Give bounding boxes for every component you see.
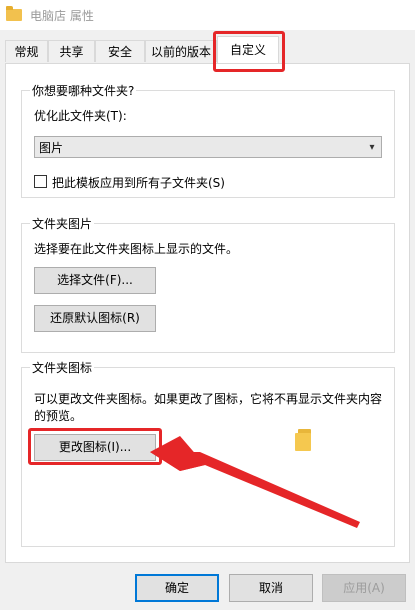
chevron-down-icon: ▾ [369,141,375,153]
ok-button[interactable]: 确定 [135,574,219,602]
group-folder-type: 你想要哪种文件夹? 优化此文件夹(T): 图片 ▾ 把此模板应用到所有子文件夹(… [21,82,395,198]
apply-button[interactable]: 应用(A) [322,574,406,602]
apply-to-subfolders-label: 把此模板应用到所有子文件夹(S) [52,176,225,190]
window-title: 电脑店 属性 [30,8,94,23]
folder-icon-description-line2: 的预览。 [34,409,83,423]
tab-sharing[interactable]: 共享 [48,40,95,62]
cancel-button[interactable]: 取消 [229,574,313,602]
group-folder-icon: 文件夹图标 可以更改文件夹图标。如果更改了图标，它将不再显示文件夹内容 的预览。… [21,359,395,547]
group-folder-picture-label: 文件夹图片 [30,215,95,232]
optimize-label: 优化此文件夹(T): [34,109,127,123]
folder-preview-icon [295,429,311,451]
group-folder-icon-label: 文件夹图标 [30,359,95,376]
apply-to-subfolders-checkbox[interactable] [34,175,47,188]
folder-picture-description: 选择要在此文件夹图标上显示的文件。 [34,242,239,256]
restore-default-button[interactable]: 还原默认图标(R) [34,305,156,332]
group-folder-picture: 文件夹图片 选择要在此文件夹图标上显示的文件。 选择文件(F)... 还原默认图… [21,215,395,353]
tab-panel-customize: 你想要哪种文件夹? 优化此文件夹(T): 图片 ▾ 把此模板应用到所有子文件夹(… [5,63,410,563]
folder-icon-description-line1: 可以更改文件夹图标。如果更改了图标，它将不再显示文件夹内容 [34,392,383,406]
title-bar: 电脑店 属性 [0,0,415,30]
change-icon-button[interactable]: 更改图标(I)... [34,434,156,461]
tab-previous-versions[interactable]: 以前的版本 [145,40,217,62]
folder-type-select[interactable]: 图片 ▾ [34,136,382,158]
tab-customize[interactable]: 自定义 [217,36,279,63]
folder-icon [6,6,22,21]
tab-general[interactable]: 常规 [5,40,48,62]
tab-strip: 常规 共享 安全 以前的版本 自定义 [0,36,415,64]
choose-file-button[interactable]: 选择文件(F)... [34,267,156,294]
folder-type-select-value: 图片 [39,140,64,155]
tab-security[interactable]: 安全 [95,40,145,62]
group-folder-type-label: 你想要哪种文件夹? [30,82,137,99]
